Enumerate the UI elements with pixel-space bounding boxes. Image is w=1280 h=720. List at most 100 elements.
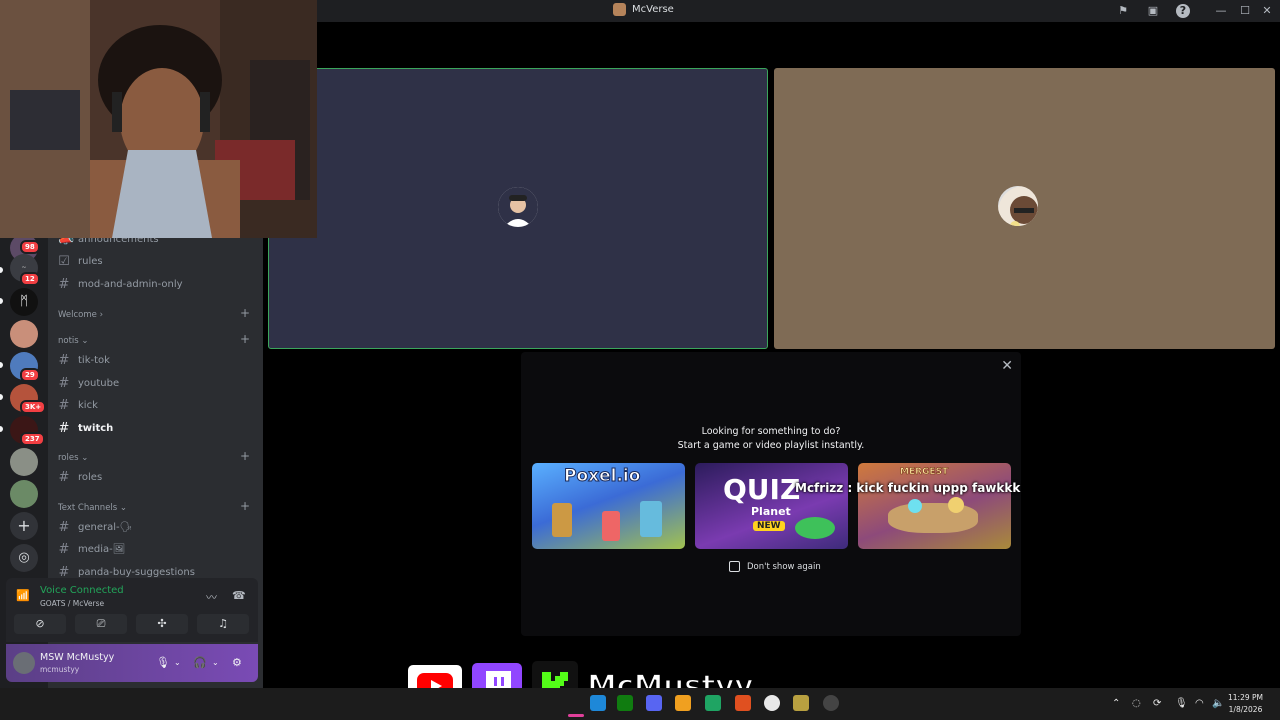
server-icon[interactable] [10, 320, 38, 348]
headphones-icon[interactable]: 🎧 [193, 656, 207, 669]
stream-chat-overlay: Mcfrizz : kick fuckin uppp fawkkk [795, 481, 1021, 495]
chevron-up-icon[interactable]: ⌃ [1112, 698, 1120, 709]
store-icon[interactable] [675, 695, 691, 711]
user-panel: MSW McMustyy mcmustyy 🎙 ⌄ 🎧 ⌄ ⚙ [6, 644, 258, 682]
disconnect-icon[interactable]: ☎ [232, 589, 246, 602]
category-roles[interactable]: roles ⌄ [58, 453, 88, 463]
server-icon[interactable]: ᛗ [10, 288, 38, 316]
webcam-overlay [0, 0, 317, 238]
app-icon[interactable] [735, 695, 751, 711]
hash-icon: # [58, 397, 70, 413]
create-channel-icon[interactable]: + [240, 499, 250, 513]
chevron-down-icon[interactable]: ⌄ [212, 658, 219, 667]
chevron-down-icon[interactable]: ⌄ [174, 658, 181, 667]
soundboard-button[interactable]: ♫ [197, 614, 249, 634]
microphone-icon[interactable]: 🎙 [156, 656, 170, 669]
discord-icon[interactable] [646, 695, 662, 711]
add-server-icon[interactable]: + [10, 512, 38, 540]
discover-icon[interactable]: ◎ [10, 544, 38, 572]
unread-pip [0, 394, 3, 400]
create-channel-icon[interactable]: + [240, 332, 250, 346]
game-character-icon [602, 511, 620, 541]
category-label: Text Channels [58, 503, 118, 513]
maximize-button[interactable]: ☐ [1237, 3, 1253, 19]
channel-youtube[interactable]: # youtube [58, 374, 120, 392]
category-text-channels[interactable]: Text Channels ⌄ [58, 503, 127, 513]
hash-icon: # [58, 276, 70, 292]
microphone-icon[interactable]: 🎙 [1175, 698, 1188, 709]
flag-icon[interactable]: ⚑ [1116, 4, 1130, 18]
channel-media[interactable]: # media-🖼 [58, 540, 126, 558]
chevron-down-icon: ⌄ [81, 453, 89, 463]
participant-tile[interactable] [774, 68, 1275, 349]
channel-rules[interactable]: ☑ rules [58, 252, 102, 270]
chrome-icon[interactable] [764, 695, 780, 711]
channel-general[interactable]: # general-🗣 [58, 518, 133, 536]
unread-pip [0, 267, 3, 273]
user-display-name[interactable]: MSW McMustyy [40, 652, 114, 663]
app-icon[interactable] [705, 695, 721, 711]
channel-kick[interactable]: # kick [58, 396, 98, 414]
xbox-icon[interactable] [617, 695, 633, 711]
voice-status[interactable]: Voice Connected [40, 585, 124, 596]
create-channel-icon[interactable]: + [240, 306, 250, 320]
clock-time: 11:29 PM [1228, 693, 1263, 702]
channel-label: kick [78, 399, 98, 411]
inbox-icon[interactable]: ▣ [1146, 4, 1160, 18]
close-icon[interactable]: ✕ [1001, 358, 1013, 374]
planet-creature-icon [795, 517, 835, 539]
minimize-button[interactable]: — [1213, 3, 1229, 19]
window-title: McVerse [613, 3, 674, 16]
video-off-button[interactable]: ⊘ [14, 614, 66, 634]
channel-label: youtube [78, 377, 120, 389]
edge-icon[interactable] [590, 695, 606, 711]
activity-subtitle: Start a game or video playlist instantly… [677, 440, 865, 451]
dont-show-again[interactable]: Don't show again [729, 561, 821, 572]
category-welcome[interactable]: Welcome › [58, 310, 103, 320]
sync-icon[interactable]: ⟳ [1153, 698, 1161, 709]
participant-tile-speaking[interactable] [268, 68, 768, 349]
signal-icon[interactable]: 📶 [16, 589, 30, 602]
channel-label: mod-and-admin-only [78, 278, 183, 290]
app-icon[interactable] [793, 695, 809, 711]
channel-roles[interactable]: # roles [58, 468, 103, 486]
help-icon[interactable]: ? [1176, 4, 1190, 18]
voice-location[interactable]: GOATS / McVerse [40, 599, 104, 608]
volume-icon[interactable]: 🔈 [1212, 698, 1224, 709]
clock[interactable]: 11:29 PM 1/8/2026 [1228, 692, 1263, 716]
screen-share-button[interactable]: ⎚ [75, 614, 127, 634]
wifi-icon[interactable]: ◠ [1195, 698, 1204, 709]
channel-twitch[interactable]: # twitch [58, 419, 114, 437]
noise-suppression-icon[interactable]: 〰 [206, 589, 217, 605]
channel-mod-and-admin-only[interactable]: # mod-and-admin-only [58, 275, 183, 293]
activities-button[interactable]: ✣ [136, 614, 188, 634]
gear-icon[interactable]: ⚙ [232, 656, 242, 669]
call-stage: ✕ Looking for something to do? Start a g… [263, 22, 1280, 688]
hash-icon: # [58, 420, 70, 436]
taskbar: ⌃ ◌ ⟳ 🎙 ◠ 🔈 11:29 PM 1/8/2026 [0, 688, 1280, 720]
dont-show-checkbox[interactable] [729, 561, 740, 572]
tray-app-icon[interactable]: ◌ [1132, 698, 1141, 709]
avatar[interactable] [13, 652, 35, 674]
close-window-button[interactable]: ✕ [1259, 3, 1275, 19]
rules-icon: ☑ [58, 253, 70, 269]
category-notis[interactable]: notis ⌄ [58, 336, 89, 346]
hash-icon: # [58, 352, 70, 368]
server-icon[interactable] [10, 448, 38, 476]
server-icon[interactable] [10, 480, 38, 508]
voice-connection-panel: 📶 Voice Connected GOATS / McVerse 〰 ☎ ⊘ … [6, 578, 258, 642]
chevron-right-icon: › [99, 310, 103, 320]
activity-card-title-quiz: QUIZ [723, 473, 801, 506]
activity-card-mergest[interactable]: MERGEST [858, 463, 1011, 549]
activity-card-quiz-planet[interactable]: QUIZ Planet NEW [695, 463, 848, 549]
clock-date: 1/8/2026 [1228, 705, 1263, 714]
new-badge: NEW [753, 521, 785, 531]
obs-icon[interactable] [823, 695, 839, 711]
dont-show-label: Don't show again [747, 561, 821, 572]
channel-tik-tok[interactable]: # tik-tok [58, 351, 110, 369]
create-channel-icon[interactable]: + [240, 449, 250, 463]
channel-label: twitch [78, 422, 114, 434]
category-label: Welcome [58, 310, 97, 320]
window-title-text: McVerse [632, 4, 674, 15]
activity-card-poxel[interactable]: Poxel.io [532, 463, 685, 549]
